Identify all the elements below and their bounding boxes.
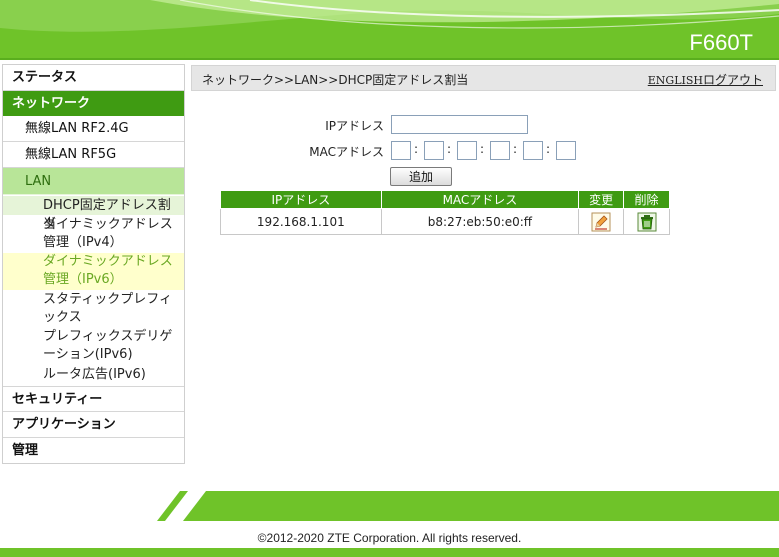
mac-separator: : bbox=[414, 142, 419, 156]
english-link[interactable]: ENGLISH bbox=[648, 74, 703, 87]
ip-address-label: IPアドレス bbox=[325, 119, 384, 133]
sidebar-item-static-prefix[interactable]: スタティックプレフィックス bbox=[3, 291, 184, 327]
breadcrumb: ネットワーク>>LAN>>DHCP固定アドレス割当 bbox=[202, 73, 469, 87]
mac-octet-1-input[interactable] bbox=[391, 141, 411, 160]
sidebar-item-wlan-5g[interactable]: 無線LAN RF5G bbox=[3, 142, 184, 168]
cell-mac: b8:27:eb:50:e0:ff bbox=[380, 208, 580, 235]
mac-separator: : bbox=[480, 142, 485, 156]
mac-octet-5-input[interactable] bbox=[523, 141, 543, 160]
table-row: 192.168.1.101 b8:27:eb:50:e0:ff bbox=[220, 208, 670, 235]
sidebar-item-dhcp-static[interactable]: DHCP固定アドレス割当 bbox=[3, 196, 184, 232]
footer-decoration bbox=[0, 491, 779, 523]
logout-link[interactable]: ログアウト bbox=[703, 73, 763, 87]
col-header-edit: 変更 bbox=[578, 190, 625, 209]
col-header-ip: IPアドレス bbox=[220, 190, 382, 209]
cell-delete bbox=[623, 208, 670, 235]
ip-address-input[interactable] bbox=[391, 115, 528, 134]
cell-edit bbox=[578, 208, 625, 235]
add-button[interactable]: 追加 bbox=[390, 167, 452, 186]
edit-icon[interactable] bbox=[591, 212, 611, 232]
sidebar-item-application[interactable]: アプリケーション bbox=[3, 412, 184, 438]
mac-octet-4-input[interactable] bbox=[490, 141, 510, 160]
table-header-row: IPアドレス MACアドレス 変更 削除 bbox=[220, 190, 670, 209]
sidebar-item-dynamic-ipv4[interactable]: ダイナミックアドレス管理（IPv4） bbox=[3, 216, 184, 252]
breadcrumb-bar: ネットワーク>>LAN>>DHCP固定アドレス割当 ENGLISHログアウト bbox=[191, 65, 776, 91]
mac-separator: : bbox=[546, 142, 551, 156]
sidebar-item-network[interactable]: ネットワーク bbox=[3, 91, 184, 116]
sidebar-item-status[interactable]: ステータス bbox=[3, 65, 184, 91]
sidebar-item-dynamic-ipv6[interactable]: ダイナミックアドレス管理（IPv6） bbox=[3, 253, 184, 290]
mac-separator: : bbox=[513, 142, 518, 156]
mac-octet-3-input[interactable] bbox=[457, 141, 477, 160]
cell-ip: 192.168.1.101 bbox=[220, 208, 382, 235]
mac-octet-2-input[interactable] bbox=[424, 141, 444, 160]
header-wave-decoration bbox=[0, 0, 779, 32]
trash-icon[interactable] bbox=[637, 212, 657, 232]
mac-octet-6-input[interactable] bbox=[556, 141, 576, 160]
sidebar-item-router-advert[interactable]: ルータ広告(IPv6) bbox=[3, 365, 184, 385]
sidebar-item-lan[interactable]: LAN bbox=[3, 168, 184, 195]
dhcp-static-table: IPアドレス MACアドレス 変更 削除 192.168.1.101 b8:27… bbox=[220, 190, 670, 235]
sidebar-item-prefix-delegation[interactable]: プレフィックスデリゲーション(IPv6) bbox=[3, 328, 184, 364]
copyright-text: ©2012-2020 ZTE Corporation. All rights r… bbox=[257, 531, 522, 545]
sidebar-item-wlan-24g[interactable]: 無線LAN RF2.4G bbox=[3, 116, 184, 142]
mac-separator: : bbox=[447, 142, 452, 156]
col-header-mac: MACアドレス bbox=[380, 190, 580, 209]
sidebar-item-security[interactable]: セキュリティー bbox=[3, 386, 184, 412]
sidebar-nav: ステータス ネットワーク 無線LAN RF2.4G 無線LAN RF5G LAN… bbox=[2, 64, 185, 464]
col-header-delete: 削除 bbox=[623, 190, 670, 209]
top-links: ENGLISHログアウト bbox=[648, 71, 763, 88]
footer-bar bbox=[0, 548, 779, 557]
page-header: F660T bbox=[0, 0, 779, 60]
sidebar-item-admin[interactable]: 管理 bbox=[3, 438, 184, 463]
model-name: F660T bbox=[689, 30, 753, 55]
mac-address-label: MACアドレス bbox=[309, 145, 384, 159]
